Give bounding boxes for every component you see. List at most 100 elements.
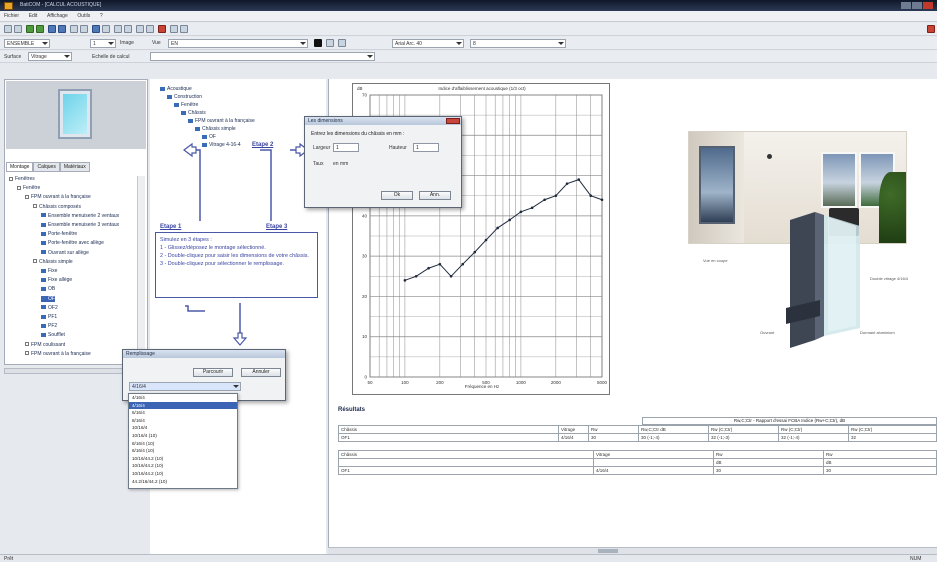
expand-icon[interactable] [17, 185, 21, 190]
data-point [496, 226, 499, 230]
tree-item[interactable]: FPM coulissant [25, 342, 65, 348]
acoustic-tree-item[interactable]: Châssis simple [195, 126, 236, 132]
fill-option[interactable]: 44.2/16/44.2 (10) [129, 478, 237, 486]
plant-photo [879, 172, 906, 243]
menu-item-file[interactable]: Fichier [0, 11, 23, 21]
line-style-icon[interactable] [326, 39, 334, 47]
height-input[interactable]: 1 [413, 143, 439, 152]
cancel-button[interactable]: Ann. [419, 191, 451, 200]
cancel-fill-button[interactable]: Annuler [241, 368, 281, 377]
menu-item-view[interactable]: Affichage [43, 11, 72, 21]
tree-item[interactable]: Ensemble menuiserie 2 ventaux [41, 213, 119, 219]
delete-icon[interactable] [158, 25, 166, 33]
tree-item[interactable]: FPM ouvrant à la française [25, 194, 91, 200]
tree-item[interactable]: OF2 [41, 305, 58, 311]
table-cell: dB [713, 458, 824, 467]
fill-option[interactable]: 6/16/4 [129, 409, 237, 417]
size-combo[interactable]: 8 [470, 39, 566, 48]
fill-option[interactable]: 4/16/4 [129, 401, 237, 410]
expand-icon[interactable] [9, 176, 13, 181]
fill-option[interactable]: 10/16/44.2 (10) [129, 470, 237, 478]
width-input[interactable]: 1 [333, 143, 359, 152]
tree-item[interactable]: OB [41, 286, 55, 292]
dialog-close-button[interactable] [446, 118, 460, 124]
tree-item[interactable]: Porte-fenêtre [41, 231, 77, 237]
save-icon[interactable] [26, 25, 34, 33]
zoom-icon[interactable] [92, 25, 100, 33]
tree-item[interactable]: OF [41, 295, 55, 302]
scale-combo[interactable] [150, 52, 375, 61]
text-icon[interactable] [146, 25, 154, 33]
data-point [438, 262, 442, 266]
fill-combo[interactable]: 4/16/4 [129, 382, 241, 391]
open-icon[interactable] [14, 25, 22, 33]
tab-montage[interactable]: Montage [6, 162, 34, 172]
ok-button[interactable]: Ok [381, 191, 413, 200]
cut-icon[interactable] [48, 25, 56, 33]
tab-materiaux[interactable]: Matériaux [59, 162, 90, 172]
line-icon[interactable] [114, 25, 122, 33]
fill-option[interactable]: 10/16/4 (10) [129, 432, 237, 440]
tree-item[interactable]: FPM ouvrant à la française [25, 351, 91, 357]
browse-button[interactable]: Parcourir [193, 368, 233, 377]
fill-option[interactable]: 8/16/4 (10) [129, 440, 237, 448]
expand-icon[interactable] [25, 351, 29, 356]
rectangle-icon[interactable] [124, 25, 132, 33]
folder-icon [195, 126, 200, 131]
layer-combo[interactable]: ENSEMBLE [4, 39, 50, 48]
new-icon[interactable] [4, 25, 12, 33]
view-combo[interactable]: EN [168, 39, 308, 48]
tree-item[interactable]: Ouvrant sur allège [41, 250, 89, 256]
grid-icon[interactable] [170, 25, 178, 33]
circle-icon[interactable] [136, 25, 144, 33]
tree-item[interactable]: Châssis simple [33, 259, 73, 265]
menu-item-edit[interactable]: Edit [25, 11, 42, 21]
font-combo[interactable]: Arial Arc. 40 [392, 39, 464, 48]
tab-calques[interactable]: Calques [33, 162, 60, 172]
tree-item[interactable]: Fenêtres [9, 176, 35, 182]
close-button[interactable] [923, 2, 933, 9]
select-icon[interactable] [102, 25, 110, 33]
tree-item[interactable]: Fixe [41, 268, 57, 274]
view-label: Vue [152, 40, 161, 46]
paste-icon[interactable] [70, 25, 78, 33]
surface-combo[interactable]: Vitrage [28, 52, 72, 61]
acoustic-tree-item[interactable]: Fenêtre [174, 102, 198, 108]
tree-item[interactable]: Fenêtre [17, 185, 40, 191]
fill-option[interactable]: 10/16/44.2 (10) [129, 462, 237, 470]
tree-item[interactable]: Porte-fenêtre avec allège [41, 240, 104, 246]
minimize-button[interactable] [901, 2, 911, 9]
document-hscrollbar[interactable] [328, 547, 937, 554]
layers-icon[interactable] [180, 25, 188, 33]
copy-icon[interactable] [58, 25, 66, 33]
menu-item-tools[interactable]: Outils [73, 11, 94, 21]
acoustic-tree-item[interactable]: Châssis [181, 110, 206, 116]
expand-icon[interactable] [33, 259, 37, 264]
expand-icon[interactable] [25, 342, 29, 347]
fill-option[interactable]: 10/16/44.2 (10) [129, 455, 237, 463]
acoustic-tree-item[interactable]: Construction [167, 94, 202, 100]
tree-item[interactable]: Fixe allège [41, 277, 72, 283]
menu-item-help[interactable]: ? [96, 11, 107, 21]
tree-item[interactable]: PF1 [41, 314, 57, 320]
line-width-icon[interactable] [338, 39, 346, 47]
fill-option[interactable]: 6/16/4 (10) [129, 447, 237, 455]
maximize-button[interactable] [912, 2, 922, 9]
fill-option[interactable]: 8/16/4 [129, 417, 237, 425]
tree-item[interactable]: Soufflet [41, 332, 65, 338]
expand-icon[interactable] [33, 204, 37, 209]
fill-option[interactable]: 4/16/4 [129, 394, 237, 402]
print-icon[interactable] [36, 25, 44, 33]
tree-item[interactable]: Ensemble menuiserie 3 ventaux [41, 222, 119, 228]
fill-option[interactable]: 10/16/4 [129, 424, 237, 432]
color-icon[interactable] [314, 39, 322, 47]
tree-item[interactable]: PF2 [41, 323, 57, 329]
exit-icon[interactable] [927, 25, 935, 33]
tree-item[interactable]: Châssis composés [33, 204, 81, 210]
page-combo[interactable]: 1 [90, 39, 116, 48]
scroll-thumb[interactable] [598, 549, 618, 553]
expand-icon[interactable] [25, 195, 29, 200]
acoustic-tree-item[interactable]: FPM ouvrant à la française [188, 118, 255, 124]
undo-icon[interactable] [80, 25, 88, 33]
acoustic-tree-item[interactable]: Acoustique [160, 86, 192, 92]
